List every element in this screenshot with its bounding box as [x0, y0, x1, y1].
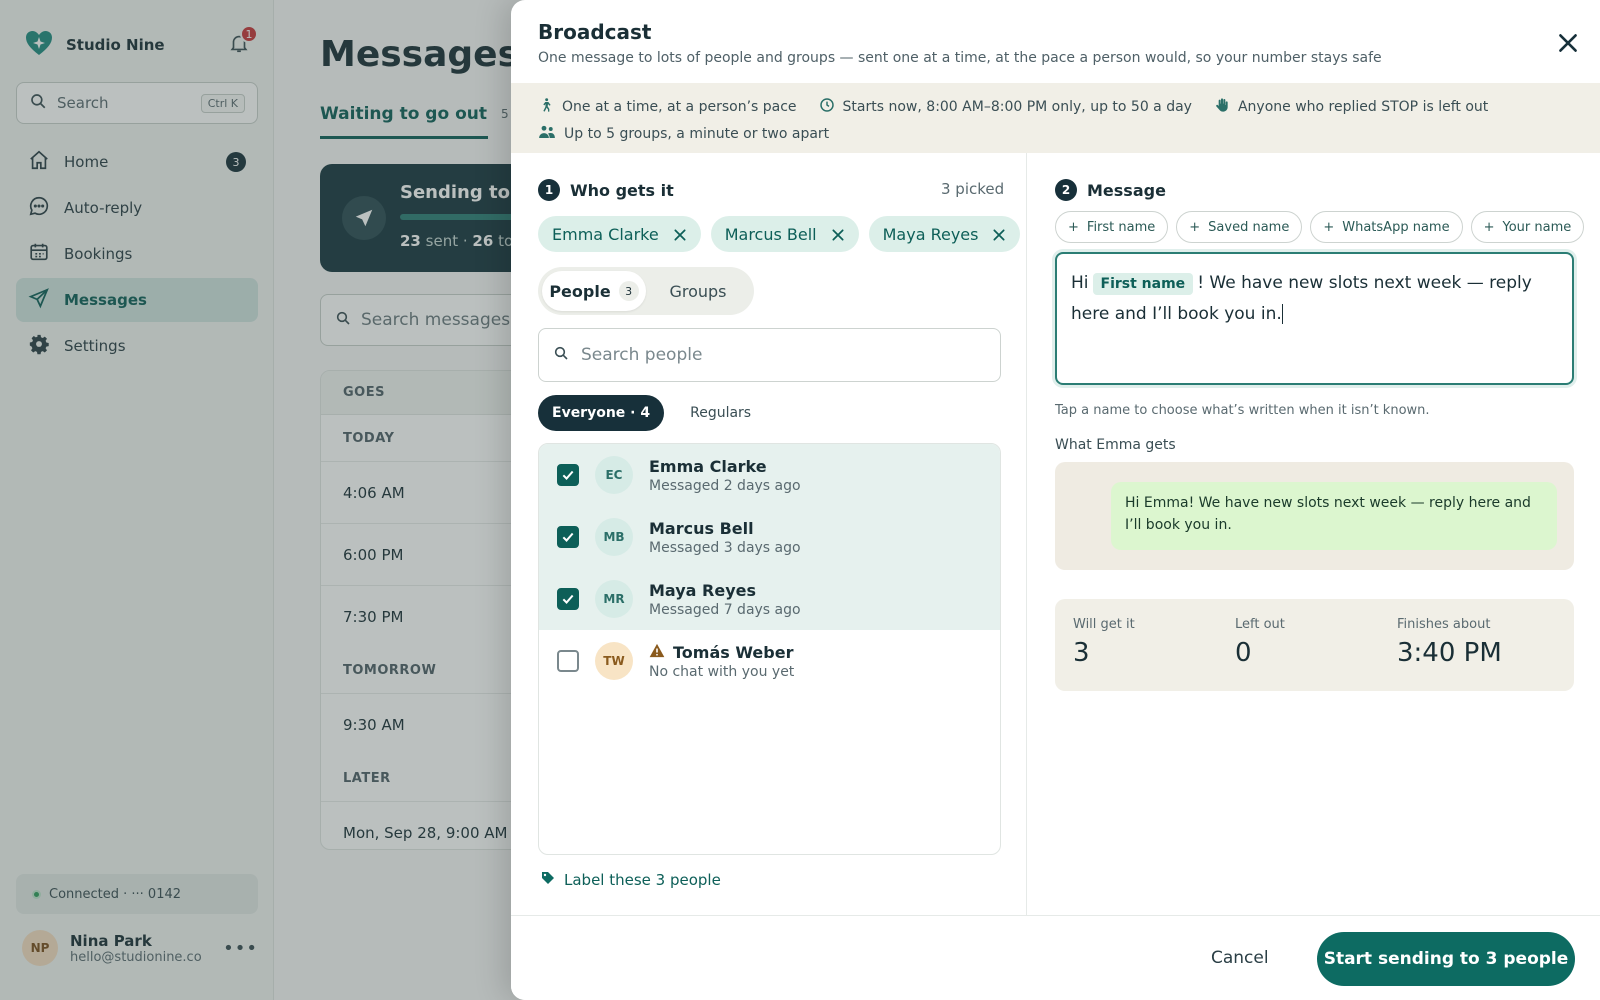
- message-panel: 2 Message + First name + Saved name + Whats…: [1028, 153, 1600, 915]
- delivery-stats: Will get it 3 Left out 0 Finishes about …: [1055, 599, 1574, 691]
- list-item[interactable]: TW Tomás Weber No chat with you yet: [539, 630, 1000, 692]
- checkbox[interactable]: [557, 464, 579, 486]
- drawer-title: Broadcast: [538, 20, 652, 44]
- step-who: 1 Who gets it: [538, 179, 674, 201]
- avatar: MR: [595, 580, 633, 618]
- checkbox[interactable]: [557, 650, 579, 672]
- preview-label: What Emma gets: [1055, 437, 1176, 453]
- remove-icon[interactable]: [831, 227, 845, 241]
- first-name-variable[interactable]: First name: [1092, 273, 1194, 295]
- checkbox[interactable]: [557, 588, 579, 610]
- step-title: Message: [1087, 180, 1166, 200]
- editor-hint: Tap a name to choose what’s written when…: [1055, 403, 1430, 418]
- people-filters: Everyone · 4 Regulars: [538, 395, 765, 431]
- close-icon[interactable]: [1555, 30, 1581, 56]
- hand-icon: [1214, 97, 1230, 117]
- remove-icon[interactable]: [673, 227, 687, 241]
- people-search: [538, 328, 1001, 382]
- selected-chips: Emma Clarke Marcus Bell Maya Reyes: [538, 216, 1021, 252]
- tag-icon: [540, 870, 556, 890]
- remove-icon[interactable]: [992, 227, 1006, 241]
- checkbox[interactable]: [557, 526, 579, 548]
- insert-saved-name-button[interactable]: + Saved name: [1176, 211, 1303, 243]
- filter-everyone[interactable]: Everyone · 4: [538, 395, 665, 431]
- stat-finishes: Finishes about 3:40 PM: [1397, 617, 1502, 668]
- avatar: TW: [595, 642, 633, 680]
- plus-icon: +: [1483, 219, 1495, 235]
- person-name: Maya Reyes: [649, 580, 756, 600]
- plus-icon: +: [1189, 219, 1201, 235]
- step-message: 2 Message: [1055, 179, 1166, 201]
- groups-info: Up to 5 groups, a minute or two apart: [538, 124, 829, 144]
- person-meta: Messaged 2 days ago: [649, 477, 801, 494]
- cancel-button[interactable]: Cancel: [1201, 942, 1279, 974]
- insert-whatsapp-name-button[interactable]: + WhatsApp name: [1310, 211, 1463, 243]
- tab-people[interactable]: People 3: [542, 271, 646, 311]
- person-name: Tomás Weber: [673, 642, 794, 662]
- recipient-chip[interactable]: Emma Clarke: [538, 216, 701, 252]
- preview-bubble: Hi Emma! We have new slots next week — r…: [1111, 482, 1557, 550]
- person-info: Tomás Weber No chat with you yet: [649, 643, 794, 680]
- drawer-subtitle: One message to lots of people and groups…: [538, 50, 1382, 66]
- person-name-row: Tomás Weber: [649, 643, 794, 662]
- clock-icon: [819, 97, 835, 117]
- people-search-input[interactable]: [581, 345, 986, 365]
- warning-icon: [649, 643, 665, 662]
- stat-will-get: Will get it 3: [1073, 617, 1135, 668]
- stop-info: Anyone who replied STOP is left out: [1214, 97, 1488, 117]
- recipients-panel: 1 Who gets it 3 picked Emma Clarke Marcu…: [511, 153, 1027, 915]
- person-info: Emma Clarke Messaged 2 days ago: [649, 457, 801, 494]
- insert-your-name-button[interactable]: + Your name: [1470, 211, 1585, 243]
- message-editor[interactable]: Hi First name! We have new slots next wee…: [1055, 252, 1574, 385]
- step-number: 2: [1055, 179, 1077, 201]
- list-item[interactable]: MB Marcus Bell Messaged 3 days ago: [539, 506, 1000, 568]
- stat-left-out: Left out 0: [1235, 617, 1285, 668]
- label-people-link[interactable]: Label these 3 people: [540, 870, 721, 890]
- tab-groups[interactable]: Groups: [646, 271, 750, 311]
- variable-tokens: + First name + Saved name + WhatsApp name +…: [1055, 211, 1585, 243]
- step-title: Who gets it: [570, 180, 674, 200]
- people-list: EC Emma Clarke Messaged 2 days ago MB Ma…: [538, 443, 1001, 855]
- start-sending-button[interactable]: Start sending to 3 people: [1317, 932, 1575, 986]
- message-preview: Hi Emma! We have new slots next week — r…: [1055, 462, 1574, 570]
- walking-icon: [538, 96, 554, 118]
- insert-first-name-button[interactable]: + First name: [1055, 211, 1169, 243]
- plus-icon: +: [1323, 219, 1335, 235]
- app-shell: Studio Nine 1 Search Ctrl K Home 3 Auto-…: [0, 0, 1600, 1000]
- pace-info: One at a time, at a person’s pace: [538, 96, 797, 118]
- broadcast-drawer: Broadcast One message to lots of people …: [511, 0, 1600, 1000]
- list-item[interactable]: EC Emma Clarke Messaged 2 days ago: [539, 444, 1000, 506]
- picked-count: 3 picked: [941, 180, 1005, 198]
- filter-regulars[interactable]: Regulars: [676, 395, 765, 431]
- people-groups-toggle: People 3 Groups: [538, 267, 754, 315]
- people-icon: [538, 124, 556, 144]
- person-meta: Messaged 3 days ago: [649, 539, 801, 556]
- recipient-chip[interactable]: Marcus Bell: [710, 216, 859, 252]
- person-name: Emma Clarke: [649, 456, 767, 476]
- avatar: MB: [595, 518, 633, 556]
- plus-icon: +: [1068, 219, 1079, 235]
- people-count: 3: [618, 281, 639, 301]
- person-name: Marcus Bell: [649, 518, 754, 538]
- drawer-footer: Cancel Start sending to 3 people: [511, 915, 1600, 1000]
- person-info: Maya Reyes Messaged 7 days ago: [649, 581, 801, 618]
- recipient-chip[interactable]: Maya Reyes: [868, 216, 1021, 252]
- search-icon: [553, 345, 569, 365]
- person-meta: No chat with you yet: [649, 663, 795, 680]
- person-meta: Messaged 7 days ago: [649, 601, 801, 618]
- hours-info: Starts now, 8:00 AM–8:00 PM only, up to …: [819, 97, 1192, 117]
- step-number: 1: [538, 179, 560, 201]
- text-caret: [1281, 304, 1283, 324]
- person-info: Marcus Bell Messaged 3 days ago: [649, 519, 801, 556]
- list-item[interactable]: MR Maya Reyes Messaged 7 days ago: [539, 568, 1000, 630]
- safety-info: One at a time, at a person’s pace Starts…: [511, 83, 1600, 153]
- avatar: EC: [595, 456, 633, 494]
